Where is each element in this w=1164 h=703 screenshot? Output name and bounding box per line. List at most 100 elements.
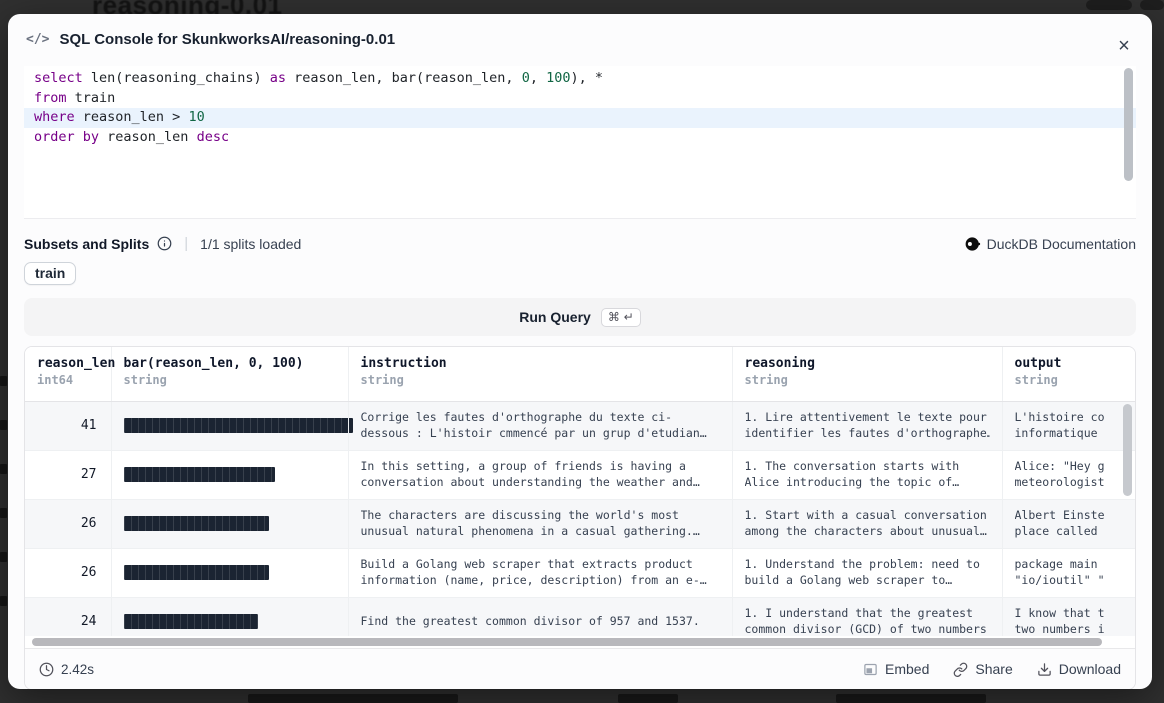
results-table: reason_len int64 bar(reason_len, 0, 100)…	[25, 347, 1135, 636]
cell-reasoning: 1. The conversation starts with Alice in…	[732, 450, 1002, 499]
query-results-panel: reason_len int64 bar(reason_len, 0, 100)…	[24, 346, 1136, 689]
bar-visualization	[124, 516, 270, 531]
code-icon: </>	[26, 32, 49, 47]
cell-reason-len: 24	[25, 597, 111, 636]
cell-instruction: In this setting, a group of friends is h…	[348, 450, 732, 499]
table-row: 27 In this setting, a group of friends i…	[25, 450, 1135, 499]
sql-console-modal: </> SQL Console for SkunkworksAI/reasoni…	[8, 14, 1152, 689]
sql-token: from	[34, 90, 75, 106]
cell-bar	[111, 401, 348, 450]
close-icon[interactable]: ×	[1112, 34, 1136, 58]
sql-token: reason_len	[107, 129, 196, 145]
cell-reason-len: 26	[25, 499, 111, 548]
cell-reason-len: 41	[25, 401, 111, 450]
cell-bar	[111, 499, 348, 548]
cell-reason-len: 27	[25, 450, 111, 499]
column-header-bar[interactable]: bar(reason_len, 0, 100) string	[111, 347, 348, 401]
sql-token: desc	[197, 129, 230, 145]
sql-token: order by	[34, 129, 107, 145]
sql-token: as	[270, 70, 294, 86]
sql-line: select len(reasoning_chains) as reason_l…	[24, 69, 1136, 89]
sql-line: order by reason_len desc	[24, 128, 1136, 148]
table-row: 41 Corrige les fautes d'orthographe du t…	[25, 401, 1135, 450]
share-link-icon	[953, 662, 968, 677]
cell-output: Albert Einste place called	[1002, 499, 1135, 548]
results-table-viewport: reason_len int64 bar(reason_len, 0, 100)…	[25, 347, 1135, 636]
column-header-output[interactable]: output string	[1002, 347, 1135, 401]
download-label: Download	[1059, 661, 1121, 677]
bar-visualization	[124, 467, 275, 482]
sql-token: reason_len, bar(reason_len,	[294, 70, 522, 86]
sql-token: reason_len >	[83, 109, 189, 125]
background-button-fragment	[1086, 0, 1132, 10]
column-header-reason-len[interactable]: reason_len int64	[25, 347, 111, 401]
cell-instruction: Corrige les fautes d'orthographe du text…	[348, 401, 732, 450]
table-vertical-scrollbar[interactable]	[1123, 404, 1132, 629]
sql-token: 100	[546, 70, 570, 86]
download-button[interactable]: Download	[1037, 661, 1121, 677]
cell-bar	[111, 597, 348, 636]
background-text-fragment	[836, 694, 986, 703]
share-button[interactable]: Share	[953, 661, 1012, 677]
duckdb-documentation-link[interactable]: DuckDB Documentation	[965, 236, 1136, 252]
sql-editor-lines: select len(reasoning_chains) as reason_l…	[24, 66, 1136, 147]
column-header-reasoning[interactable]: reasoning string	[732, 347, 1002, 401]
column-header-instruction[interactable]: instruction string	[348, 347, 732, 401]
embed-label: Embed	[885, 661, 929, 677]
sql-token: ,	[530, 70, 546, 86]
background-text-fragment	[618, 694, 678, 703]
keyboard-shortcut-badge: ⌘ ↵	[601, 308, 641, 327]
background-button-fragment	[1140, 0, 1164, 10]
bar-visualization	[124, 418, 354, 433]
table-horizontal-scrollbar[interactable]	[25, 636, 1135, 648]
run-query-label: Run Query	[519, 309, 591, 325]
table-row: 24 Find the greatest common divisor of 9…	[25, 597, 1135, 636]
sql-token: len(reasoning_chains)	[91, 70, 270, 86]
cell-output: I know that t two numbers i	[1002, 597, 1135, 636]
query-time: 2.42s	[61, 662, 94, 677]
cell-reasoning: 1. Start with a casual conversation amon…	[732, 499, 1002, 548]
subsets-and-splits-label: Subsets and Splits	[24, 236, 149, 252]
sql-token: ), *	[570, 70, 603, 86]
background-text-fragment	[248, 694, 458, 703]
divider: |	[180, 235, 192, 252]
clock-icon	[39, 662, 54, 677]
embed-icon	[863, 662, 878, 677]
background-text-fragments	[0, 376, 8, 640]
share-label: Share	[975, 661, 1012, 677]
cell-instruction: Find the greatest common divisor of 957 …	[348, 597, 732, 636]
sql-token: 10	[188, 109, 204, 125]
duckdb-documentation-label: DuckDB Documentation	[987, 236, 1136, 252]
duckdb-logo-icon	[965, 236, 981, 252]
sql-token: 0	[522, 70, 530, 86]
table-row: 26 Build a Golang web scraper that extra…	[25, 548, 1135, 597]
sql-editor[interactable]: select len(reasoning_chains) as reason_l…	[24, 66, 1136, 219]
cell-output: package main "io/ioutil" "	[1002, 548, 1135, 597]
cell-reasoning: 1. Understand the problem: need to build…	[732, 548, 1002, 597]
table-row: 26 The characters are discussing the wor…	[25, 499, 1135, 548]
cell-bar	[111, 548, 348, 597]
cell-reasoning: 1. Lire attentivement le texte pour iden…	[732, 401, 1002, 450]
info-icon[interactable]	[157, 236, 172, 251]
cell-reasoning: 1. I understand that the greatest common…	[732, 597, 1002, 636]
cell-instruction: The characters are discussing the world'…	[348, 499, 732, 548]
cell-reason-len: 26	[25, 548, 111, 597]
sql-token: select	[34, 70, 91, 86]
download-icon	[1037, 662, 1052, 677]
run-query-button[interactable]: Run Query ⌘ ↵	[24, 298, 1136, 336]
sql-token: where	[34, 109, 83, 125]
modal-title: SQL Console for SkunkworksAI/reasoning-0…	[59, 31, 395, 48]
bar-visualization	[124, 565, 270, 580]
bar-visualization	[124, 614, 258, 629]
editor-scrollbar[interactable]	[1124, 68, 1133, 216]
results-footer: 2.42s Embed Share	[25, 648, 1135, 689]
cell-output: Alice: "Hey g meteorologist	[1002, 450, 1135, 499]
splits-loaded-status: 1/1 splits loaded	[200, 236, 301, 252]
sql-token: train	[75, 90, 116, 106]
cell-instruction: Build a Golang web scraper that extracts…	[348, 548, 732, 597]
cell-bar	[111, 450, 348, 499]
split-chip-train[interactable]: train	[24, 262, 76, 285]
table-header-row: reason_len int64 bar(reason_len, 0, 100)…	[25, 347, 1135, 401]
embed-button[interactable]: Embed	[863, 661, 929, 677]
cell-output: L'histoire co informatique	[1002, 401, 1135, 450]
